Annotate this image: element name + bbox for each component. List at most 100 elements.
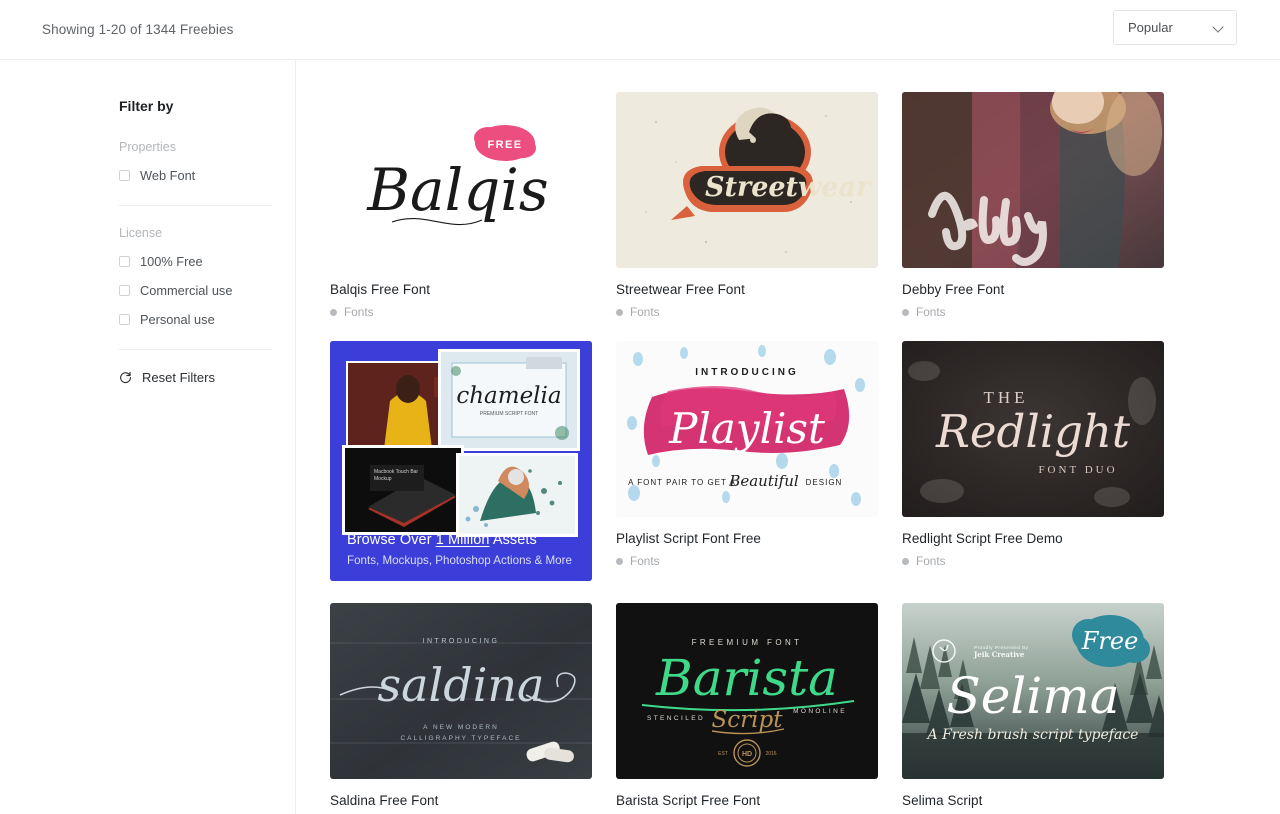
card-meta: Fonts xyxy=(330,305,592,319)
svg-text:Script: Script xyxy=(712,707,784,733)
card-meta: Fonts xyxy=(902,305,1164,319)
svg-text:Barista: Barista xyxy=(655,649,838,707)
card-title: Barista Script Free Font xyxy=(616,793,761,808)
category-dot-icon xyxy=(616,308,623,316)
card-category: Fonts xyxy=(916,305,946,319)
svg-text:FONT DUO: FONT DUO xyxy=(1038,464,1117,476)
freebies-grid: FREE Balqis Balqis Free Font Fonts Stree… xyxy=(330,92,1280,814)
filter-option-label: Web Font xyxy=(140,168,196,183)
svg-text:Free: Free xyxy=(1081,627,1139,655)
promo-banner[interactable]: T-Shirt Urban chamelia PREMIUM SCRIPT FO… xyxy=(330,341,592,581)
freebies-grid-area: FREE Balqis Balqis Free Font Fonts Stree… xyxy=(296,60,1280,814)
barista-preview-image: FREEMIUM FONT Barista STENCILED MONOLINE… xyxy=(616,603,878,779)
card-thumbnail[interactable]: INTRODUCING Playlist A FONT PAIR TO GET … xyxy=(616,341,878,517)
sort-dropdown[interactable]: Popular xyxy=(1113,10,1237,45)
selima-preview-image: Free Proudly Presented By Jeik Creative … xyxy=(902,603,1164,779)
card-title: Selima Script xyxy=(902,793,983,808)
card-thumbnail[interactable]: THE Redlight FONT DUO xyxy=(902,341,1164,517)
svg-text:Streetwear: Streetwear xyxy=(705,172,872,203)
svg-text:A Fresh brush script typeface: A Fresh brush script typeface xyxy=(926,727,1139,743)
svg-text:Macbook Touch Bar: Macbook Touch Bar xyxy=(374,469,418,475)
top-bar: Showing 1-20 of 1344 Freebies Popular xyxy=(0,0,1280,60)
category-dot-icon xyxy=(902,557,909,565)
promo-headline-before: Browse Over xyxy=(347,532,436,548)
filter-group-label: License xyxy=(119,226,163,240)
card-title: Saldina Free Font xyxy=(330,793,439,808)
results-count: Showing 1-20 of 1344 Freebies xyxy=(42,22,234,37)
svg-text:Redlight: Redlight xyxy=(935,405,1131,458)
card-title: Playlist Script Font Free xyxy=(616,531,761,546)
card-thumbnail[interactable]: FREEMIUM FONT Barista STENCILED MONOLINE… xyxy=(616,603,878,779)
svg-text:Balqis: Balqis xyxy=(366,156,548,224)
svg-text:A NEW MODERN: A NEW MODERN xyxy=(423,724,499,731)
streetwear-preview-image: Streetwear xyxy=(616,92,878,268)
saldina-preview-image: INTRODUCING saldina A NEW MODERN CALLIGR… xyxy=(330,603,592,779)
card-category: Fonts xyxy=(344,305,374,319)
card-balqis[interactable]: FREE Balqis Balqis Free Font Fonts xyxy=(330,92,592,319)
checkbox-icon[interactable] xyxy=(119,314,130,325)
card-thumbnail[interactable]: INTRODUCING saldina A NEW MODERN CALLIGR… xyxy=(330,603,592,779)
svg-text:STENCILED: STENCILED xyxy=(647,715,705,722)
card-thumbnail[interactable]: Debby xyxy=(902,92,1164,268)
card-title: Redlight Script Free Demo xyxy=(902,531,1063,546)
playlist-preview-image: INTRODUCING Playlist A FONT PAIR TO GET … xyxy=(616,341,878,517)
filter-group-license: License 100% Free Commercial use Persona… xyxy=(119,226,295,327)
card-meta: Fonts xyxy=(616,554,878,568)
chevron-down-icon xyxy=(1214,23,1223,32)
checkbox-icon[interactable] xyxy=(119,285,130,296)
card-selima[interactable]: Free Proudly Presented By Jeik Creative … xyxy=(902,603,1164,814)
card-thumbnail[interactable]: FREE Balqis xyxy=(330,92,592,268)
svg-text:A FONT PAIR TO GET A: A FONT PAIR TO GET A xyxy=(628,478,736,487)
filter-option-100-free[interactable]: 100% Free xyxy=(119,254,295,269)
checkbox-icon[interactable] xyxy=(119,170,130,181)
card-barista[interactable]: FREEMIUM FONT Barista STENCILED MONOLINE… xyxy=(616,603,878,814)
filter-option-personal-use[interactable]: Personal use xyxy=(119,312,295,327)
filter-option-label: Personal use xyxy=(140,312,215,327)
filter-group-properties: Properties Web Font xyxy=(119,140,295,183)
promo-headline-link[interactable]: 1 Million xyxy=(436,532,490,548)
filter-group-label: Properties xyxy=(119,140,176,154)
card-thumbnail[interactable]: Streetwear xyxy=(616,92,878,268)
filter-option-label: Commercial use xyxy=(140,283,233,298)
filter-option-commercial-use[interactable]: Commercial use xyxy=(119,283,295,298)
svg-text:Mockup: Mockup xyxy=(374,476,392,482)
svg-text:INTRODUCING: INTRODUCING xyxy=(423,638,500,645)
page-body: Filter by Properties Web Font License 10… xyxy=(0,60,1280,814)
filter-sidebar-title: Filter by xyxy=(119,98,174,114)
sort-dropdown-value: Popular xyxy=(1128,20,1173,35)
svg-text:CALLIGRAPHY TYPEFACE: CALLIGRAPHY TYPEFACE xyxy=(400,735,521,742)
card-title: Balqis Free Font xyxy=(330,282,431,297)
promo-headline: Browse Over 1 Million Assets xyxy=(347,532,579,548)
refresh-icon xyxy=(120,371,131,384)
reset-filters-label: Reset Filters xyxy=(142,370,215,385)
card-thumbnail[interactable]: Free Proudly Presented By Jeik Creative … xyxy=(902,603,1164,779)
checkbox-icon[interactable] xyxy=(119,256,130,267)
card-streetwear[interactable]: Streetwear Streetwear Free Font Fonts xyxy=(616,92,878,319)
card-category: Fonts xyxy=(630,305,660,319)
debby-preview-image: Debby xyxy=(902,92,1164,268)
card-category: Fonts xyxy=(916,554,946,568)
svg-text:MONOLINE: MONOLINE xyxy=(793,708,847,715)
svg-text:PREMIUM SCRIPT FONT: PREMIUM SCRIPT FONT xyxy=(480,411,538,417)
redlight-preview-image: THE Redlight FONT DUO xyxy=(902,341,1164,517)
card-meta: Fonts xyxy=(616,305,878,319)
filter-option-web-font[interactable]: Web Font xyxy=(119,168,295,183)
card-debby[interactable]: Debby Debby Free Font Fonts xyxy=(902,92,1164,319)
card-playlist[interactable]: INTRODUCING Playlist A FONT PAIR TO GET … xyxy=(616,341,878,581)
filter-sidebar: Filter by Properties Web Font License 10… xyxy=(0,60,296,814)
category-dot-icon xyxy=(330,308,337,316)
category-dot-icon xyxy=(616,557,623,565)
svg-text:Beautiful: Beautiful xyxy=(728,472,799,490)
category-dot-icon xyxy=(902,308,909,316)
card-saldina[interactable]: INTRODUCING saldina A NEW MODERN CALLIGR… xyxy=(330,603,592,814)
balqis-preview-image: FREE Balqis xyxy=(330,92,592,268)
svg-text:HD: HD xyxy=(742,751,752,758)
svg-text:saldina: saldina xyxy=(378,658,545,712)
card-redlight[interactable]: THE Redlight FONT DUO Redlight Script Fr… xyxy=(902,341,1164,581)
reset-filters-button[interactable]: Reset Filters xyxy=(119,370,295,385)
svg-text:Jeik Creative: Jeik Creative xyxy=(973,650,1025,659)
svg-text:FREEMIUM FONT: FREEMIUM FONT xyxy=(692,638,803,647)
svg-text:Selima: Selima xyxy=(946,667,1119,725)
card-title: Debby Free Font xyxy=(902,282,1005,297)
card-title: Streetwear Free Font xyxy=(616,282,745,297)
